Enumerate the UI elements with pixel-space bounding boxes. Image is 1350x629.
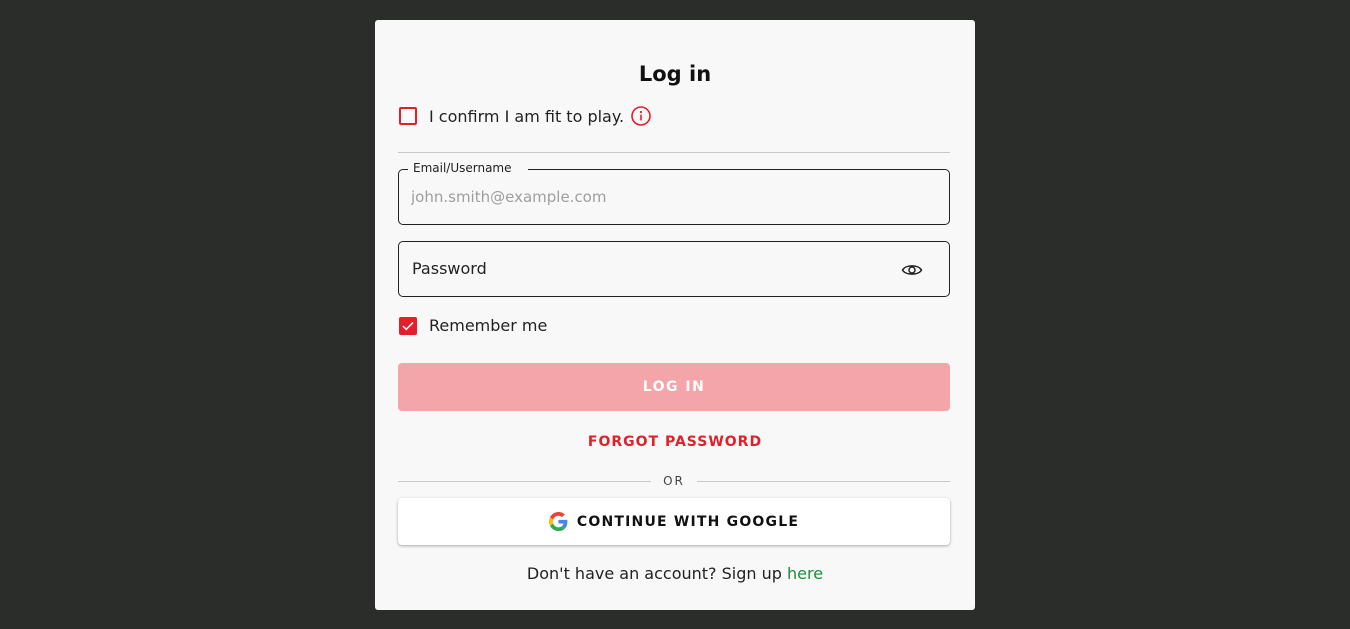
remember-me-checkbox[interactable] <box>399 316 417 335</box>
login-button[interactable]: LOG IN <box>398 363 950 411</box>
or-label: OR <box>663 474 685 488</box>
signup-link[interactable]: here <box>787 564 823 583</box>
password-label: Password <box>412 259 487 278</box>
signup-prompt: Don't have an account? Sign up here <box>375 564 975 583</box>
eye-icon[interactable] <box>901 260 923 280</box>
divider <box>398 152 950 153</box>
fit-to-play-row[interactable]: I confirm I am fit to play. <box>399 105 652 127</box>
google-button-label: CONTINUE WITH GOOGLE <box>576 513 800 530</box>
info-icon[interactable] <box>630 105 652 127</box>
google-logo-icon <box>548 512 568 531</box>
or-divider: OR <box>398 474 951 488</box>
remember-me-label: Remember me <box>429 316 548 335</box>
fit-to-play-label: I confirm I am fit to play. <box>429 106 625 126</box>
continue-with-google-button[interactable]: CONTINUE WITH GOOGLE <box>398 498 950 545</box>
remember-me-row[interactable]: Remember me <box>399 316 547 335</box>
check-icon <box>402 321 414 330</box>
login-dialog: Log in I confirm I am fit to play. Email… <box>375 20 975 610</box>
forgot-password-link[interactable]: FORGOT PASSWORD <box>375 434 975 450</box>
email-field[interactable]: Email/Username <box>398 161 950 225</box>
fit-to-play-checkbox[interactable] <box>399 107 417 125</box>
page-title: Log in <box>638 62 712 86</box>
signup-text: Don't have an account? Sign up <box>526 564 782 583</box>
email-input[interactable] <box>411 170 881 224</box>
password-field[interactable]: Password <box>398 241 950 297</box>
